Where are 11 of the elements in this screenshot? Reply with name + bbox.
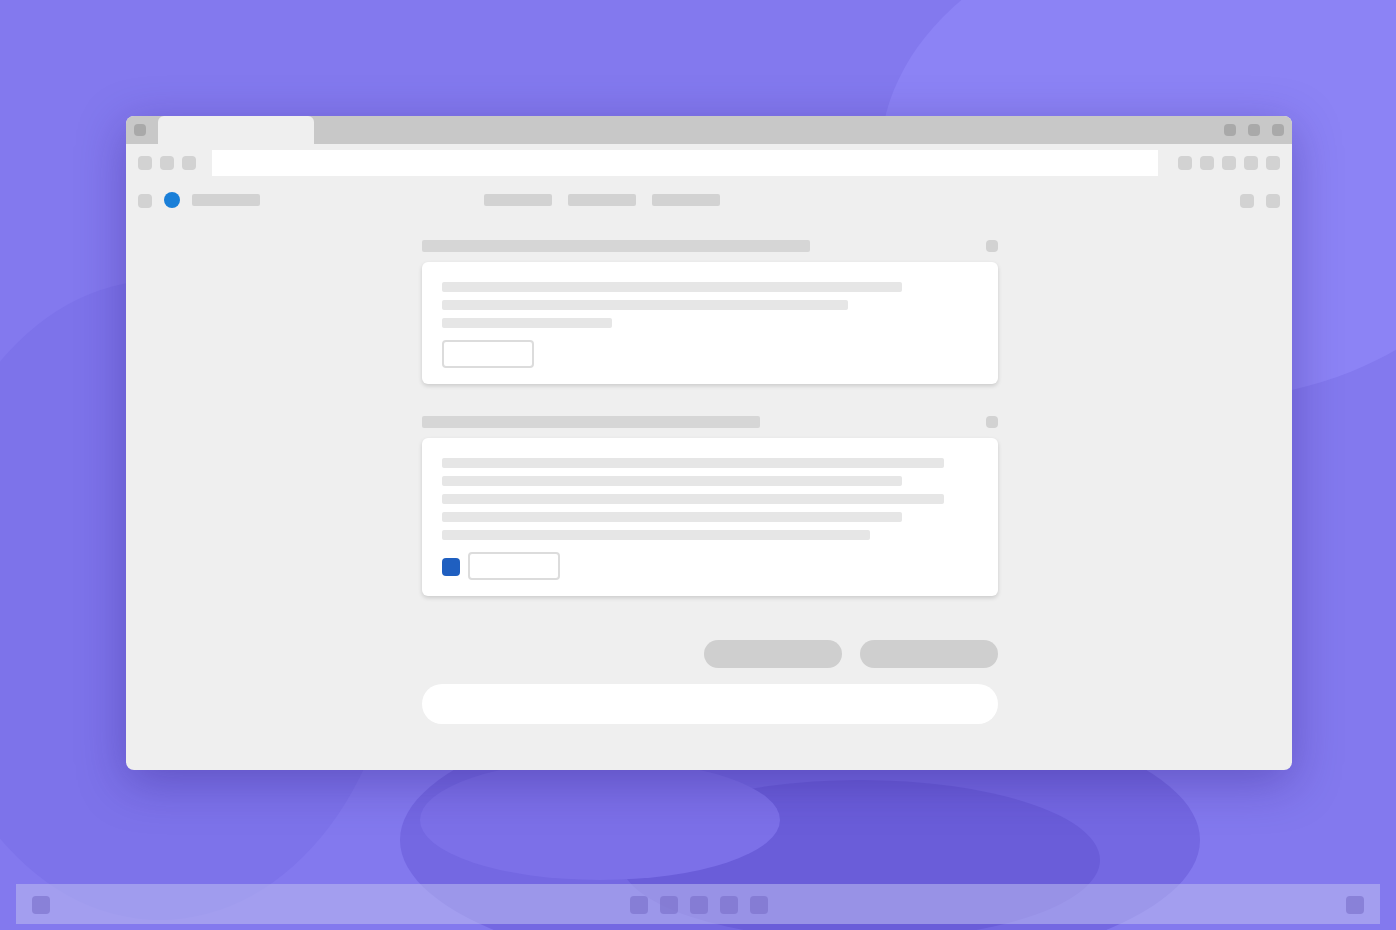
nav-link[interactable]	[484, 194, 552, 206]
document-icon	[441, 557, 459, 575]
logo-icon	[164, 192, 180, 208]
nav-link[interactable]	[652, 194, 720, 206]
browser-tab[interactable]	[158, 116, 314, 144]
button[interactable]	[703, 640, 841, 668]
file-field[interactable]	[467, 552, 559, 580]
nav-link[interactable]	[568, 194, 636, 206]
text-placeholder	[192, 194, 260, 206]
button[interactable]	[859, 640, 997, 668]
button[interactable]	[441, 340, 533, 368]
